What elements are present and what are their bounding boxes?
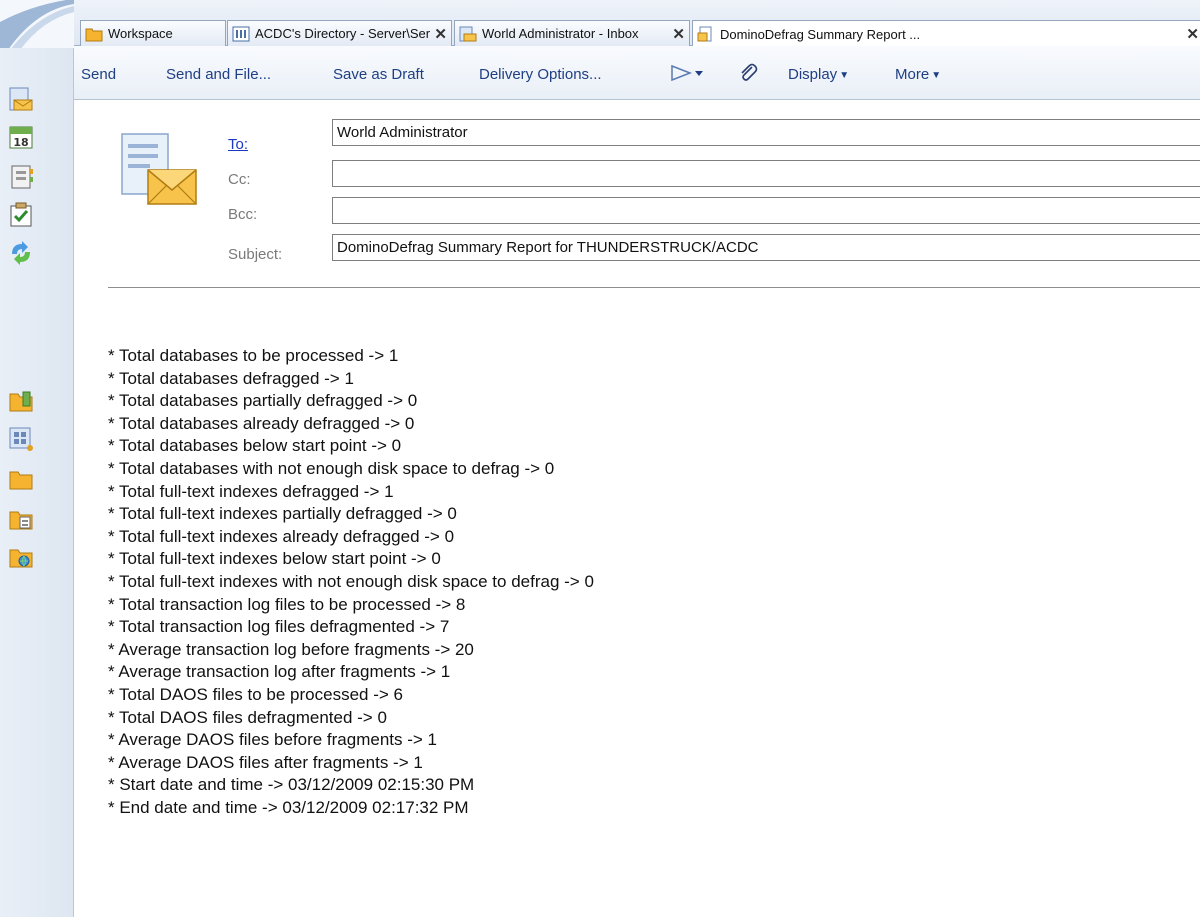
attach-button[interactable]: [737, 62, 759, 88]
bookmark-folder-icon[interactable]: [8, 388, 34, 414]
body-line: * Total databases partially defragged ->…: [108, 391, 418, 411]
tab-close-icon[interactable]: ✕: [430, 25, 447, 43]
flag-icon: [670, 64, 704, 86]
body-line: * Total DAOS files defragmented -> 0: [108, 707, 387, 727]
body-line: * Total databases defragged -> 1: [108, 368, 354, 388]
tab-close-icon[interactable]: ✕: [1182, 25, 1199, 43]
body-line: * Total full-text indexes below start po…: [108, 549, 441, 569]
inbox-icon: [459, 26, 477, 42]
memo-envelope-icon: [120, 130, 200, 208]
body-line: * Total databases below start point -> 0: [108, 436, 402, 456]
folder-icon: [85, 26, 103, 42]
body-line: * Total DAOS files to be processed -> 6: [108, 684, 403, 704]
body-line: * Total transaction log files defragment…: [108, 617, 450, 637]
body-line: * Average transaction log after fragment…: [108, 662, 451, 682]
header-divider: [108, 287, 1200, 288]
tab-label: ACDC's Directory - Server\Serve ...: [255, 26, 431, 41]
body-line: * Total full-text indexes already defrag…: [108, 526, 455, 546]
body-line: * Total full-text indexes defragged -> 1: [108, 481, 394, 501]
calendar-icon[interactable]: 18: [8, 124, 34, 150]
tab-directory[interactable]: ACDC's Directory - Server\Serve ... ✕: [227, 20, 452, 46]
display-label: Display: [788, 66, 838, 83]
calendar-day: 18: [13, 136, 28, 149]
tab-strip: Workspace ACDC's Directory - Server\Serv…: [74, 0, 1200, 47]
body-line: * Total databases already defragged -> 0: [108, 413, 415, 433]
action-bar: Send Send and File... Save as Draft Deli…: [74, 46, 1200, 100]
body-line: * Average DAOS files after fragments -> …: [108, 752, 423, 772]
to-label[interactable]: To:: [228, 136, 248, 153]
body-line: * End date and time -> 03/12/2009 02:17:…: [108, 797, 469, 817]
body-line: * Average transaction log before fragmen…: [108, 639, 474, 659]
body-line: * Start date and time -> 03/12/2009 02:1…: [108, 775, 475, 795]
body-line: * Total databases with not enough disk s…: [108, 458, 555, 478]
folder-icon[interactable]: [8, 466, 34, 492]
tab-defrag-report[interactable]: DominoDefrag Summary Report ... ✕: [692, 20, 1200, 47]
window-corner-decoration: [0, 0, 74, 50]
directory-icon: [232, 26, 250, 42]
contacts-icon[interactable]: [8, 164, 34, 190]
follow-up-flag-button[interactable]: [670, 64, 704, 86]
tab-inbox[interactable]: World Administrator - Inbox ✕: [454, 20, 690, 46]
tab-close-icon[interactable]: ✕: [668, 25, 685, 43]
memo-icon: [697, 26, 715, 42]
bcc-label: Bcc:: [228, 206, 258, 223]
tab-label: DominoDefrag Summary Report ...: [720, 26, 921, 42]
cc-field[interactable]: [332, 160, 1200, 187]
memo-header: To: World Administrator Cc: Bcc: Subject…: [74, 100, 1200, 290]
body-line: * Average DAOS files before fragments ->…: [108, 730, 437, 750]
tab-workspace[interactable]: Workspace: [80, 20, 226, 46]
delivery-options-button[interactable]: Delivery Options...: [479, 66, 602, 83]
applications-icon[interactable]: [8, 426, 34, 452]
save-as-draft-button[interactable]: Save as Draft: [333, 66, 424, 83]
more-label: More: [895, 66, 930, 83]
subject-field[interactable]: DominoDefrag Summary Report for THUNDERS…: [332, 234, 1200, 261]
send-button[interactable]: Send: [81, 66, 116, 83]
favorites-icon[interactable]: [8, 506, 34, 532]
tab-label: Workspace: [108, 26, 173, 41]
todo-icon[interactable]: [8, 202, 34, 228]
mail-icon[interactable]: [8, 86, 34, 112]
send-and-file-button[interactable]: Send and File...: [166, 66, 271, 83]
body-line: * Total full-text indexes with not enoug…: [108, 571, 594, 591]
body-line: * Total transaction log files to be proc…: [108, 594, 466, 614]
body-line: * Total full-text indexes partially defr…: [108, 504, 457, 524]
cc-label: Cc:: [228, 171, 251, 188]
display-menu-button[interactable]: Display ▼: [788, 66, 849, 83]
body-line: * Total databases to be processed -> 1: [108, 346, 399, 365]
tab-label: World Administrator - Inbox: [482, 26, 639, 41]
more-menu-button[interactable]: More ▼: [895, 66, 941, 83]
replication-icon[interactable]: [8, 240, 34, 266]
subject-label: Subject:: [228, 246, 283, 263]
chevron-down-icon: ▼: [931, 70, 942, 81]
left-bookmark-bar: 18: [0, 48, 74, 917]
bcc-field[interactable]: [332, 197, 1200, 224]
internet-folder-icon[interactable]: [8, 544, 34, 570]
to-field[interactable]: World Administrator: [332, 119, 1200, 146]
memo-body[interactable]: * Total databases to be processed -> 1 * …: [108, 345, 1188, 819]
chevron-down-icon: ▼: [839, 70, 850, 81]
paperclip-icon: [737, 63, 759, 88]
